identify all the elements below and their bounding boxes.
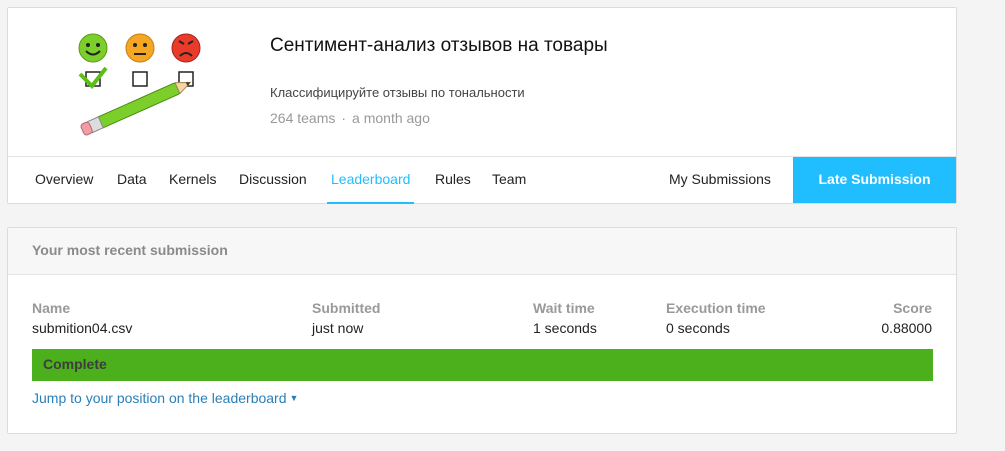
competition-meta: 264 teams · a month ago — [270, 110, 430, 126]
submission-heading: Your most recent submission — [8, 228, 956, 275]
checkbox-icon — [78, 66, 108, 90]
name-column: Name submition04.csv — [32, 300, 132, 336]
score-column: Score 0.88000 — [881, 300, 932, 336]
competition-age: a month ago — [352, 110, 430, 126]
competition-title: Сентимент-анализ отзывов на товары — [270, 35, 608, 56]
status-badge: Complete — [32, 349, 933, 381]
execution-time-column: Execution time 0 seconds — [666, 300, 766, 336]
meta-separator: · — [341, 110, 347, 126]
submitted-header: Submitted — [312, 300, 381, 316]
tab-discussion[interactable]: Discussion — [235, 157, 311, 204]
jump-link-label: Jump to your position on the leaderboard — [32, 390, 287, 406]
wait-time-value: 1 seconds — [533, 320, 597, 336]
tab-rules[interactable]: Rules — [431, 157, 475, 204]
neutral-face-icon — [125, 33, 155, 63]
name-header: Name — [32, 300, 71, 316]
file-name: submition04.csv — [32, 320, 133, 336]
my-submissions-link[interactable]: My Submissions — [665, 157, 775, 204]
happy-face-icon — [78, 33, 108, 63]
angry-face-icon — [171, 33, 201, 63]
tab-team[interactable]: Team — [488, 157, 530, 204]
execution-time-value: 0 seconds — [666, 320, 730, 336]
tab-overview[interactable]: Overview — [31, 157, 97, 204]
late-submission-button[interactable]: Late Submission — [793, 157, 956, 203]
tab-kernels[interactable]: Kernels — [165, 157, 220, 204]
wait-time-column: Wait time 1 seconds — [533, 300, 597, 336]
execution-time-header: Execution time — [666, 300, 766, 316]
caret-down-icon: ▼ — [289, 393, 299, 403]
competition-header: Сентимент-анализ отзывов на товары Класс… — [7, 7, 957, 204]
wait-time-header: Wait time — [533, 300, 595, 316]
jump-to-position-link[interactable]: Jump to your position on the leaderboard… — [32, 390, 298, 406]
competition-logo — [78, 33, 201, 136]
competition-subtitle: Классифицируйте отзывы по тональности — [270, 85, 525, 100]
score-header: Score — [893, 300, 932, 316]
submitted-value: just now — [312, 320, 364, 336]
tab-data[interactable]: Data — [113, 157, 151, 204]
submitted-column: Submitted just now — [312, 300, 380, 336]
competition-tabs: Overview Data Kernels Discussion Leaderb… — [8, 156, 956, 204]
tab-leaderboard[interactable]: Leaderboard — [327, 157, 415, 204]
score-value: 0.88000 — [881, 320, 932, 336]
recent-submission-card: Your most recent submission Name submiti… — [7, 227, 957, 434]
team-count: 264 teams — [270, 110, 336, 126]
